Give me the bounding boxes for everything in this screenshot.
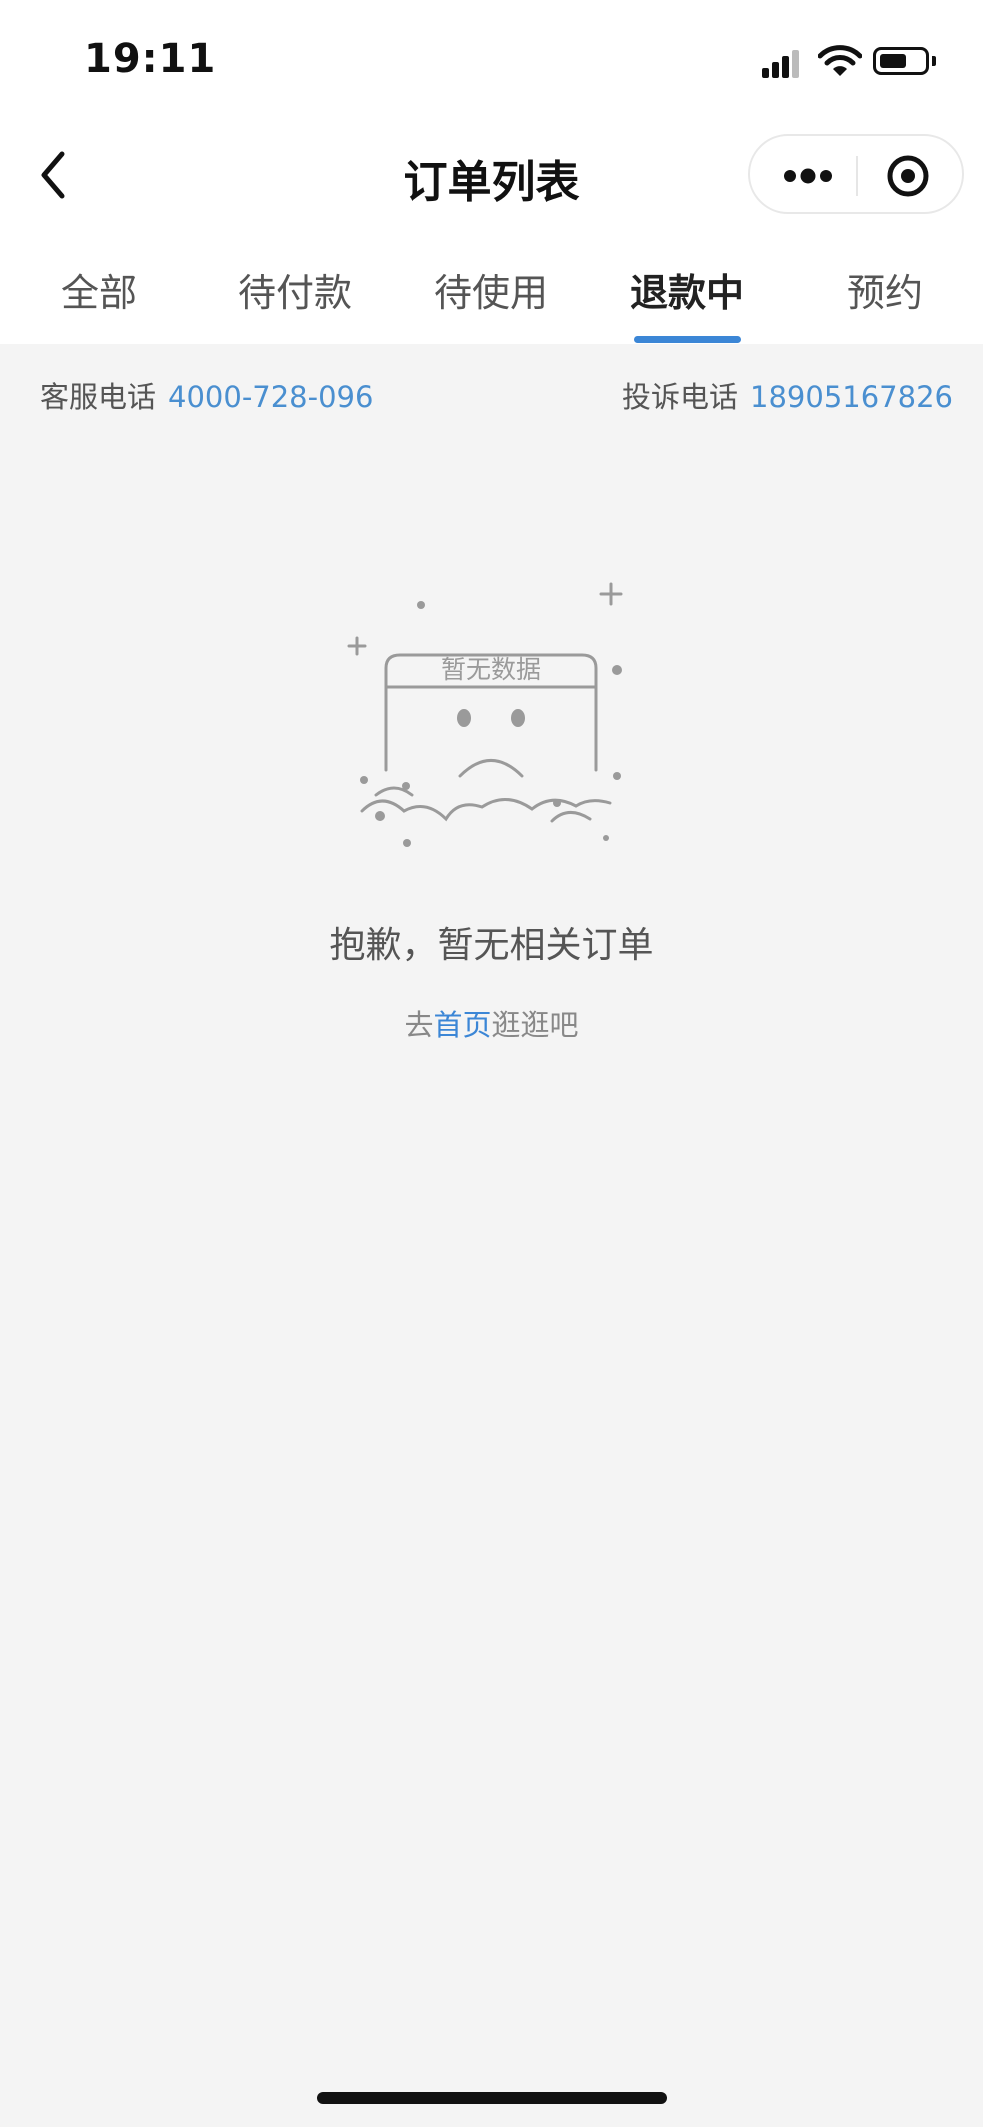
tab-all[interactable]: 全部 xyxy=(61,262,137,317)
battery-cap xyxy=(932,56,936,66)
capsule-divider xyxy=(856,156,858,196)
tab-pending-payment[interactable]: 待付款 xyxy=(238,262,352,317)
complaint-phone[interactable]: 18905167826 xyxy=(750,380,953,414)
empty-state-hint: 去首页逛逛吧 xyxy=(0,1002,983,1044)
empty-data-illustration: 暂无数据 xyxy=(347,582,623,847)
wifi-icon xyxy=(818,45,862,76)
complaint-line: 投诉电话 18905167826 xyxy=(622,374,953,416)
empty-state-title: 抱歉，暂无相关订单 xyxy=(329,925,654,966)
tab-to-use[interactable]: 待使用 xyxy=(434,262,548,317)
complaint-label: 投诉电话 xyxy=(622,380,739,414)
hint-suffix: 逛逛吧 xyxy=(491,1008,579,1042)
customer-service-phone[interactable]: 4000-728-096 xyxy=(168,380,373,414)
illustration-text: 暂无数据 xyxy=(441,655,541,684)
tab-reservation[interactable]: 预约 xyxy=(847,262,923,317)
more-menu-icon[interactable] xyxy=(778,158,838,194)
hint-prefix: 去 xyxy=(404,1008,434,1042)
active-tab-indicator xyxy=(634,336,741,343)
battery-icon xyxy=(873,47,929,75)
customer-service-label: 客服电话 xyxy=(40,380,157,414)
home-link[interactable]: 首页 xyxy=(433,1008,491,1042)
close-mini-program-icon[interactable] xyxy=(886,154,930,198)
mini-program-capsule xyxy=(748,134,964,214)
home-indicator[interactable] xyxy=(317,2092,667,2104)
status-time: 19:11 xyxy=(84,36,217,82)
tab-refunding[interactable]: 退款中 xyxy=(630,262,744,317)
cellular-signal-icon xyxy=(762,50,802,78)
customer-service-line: 客服电话 4000-728-096 xyxy=(40,374,373,416)
